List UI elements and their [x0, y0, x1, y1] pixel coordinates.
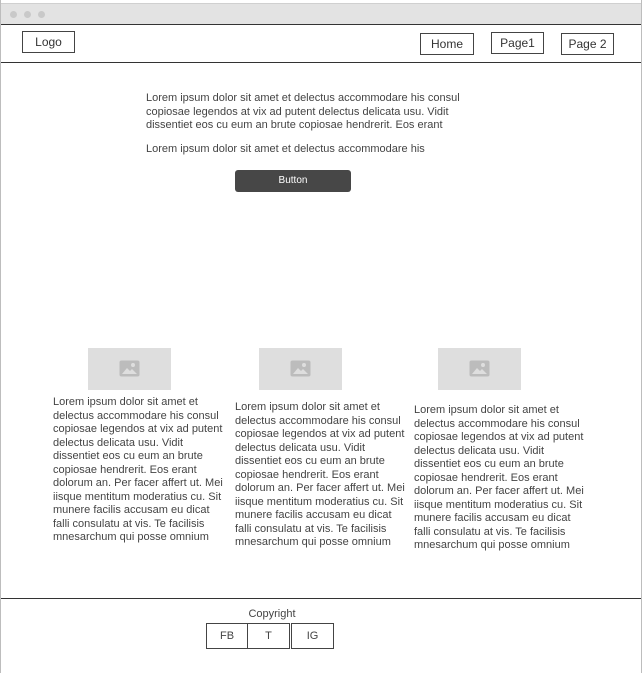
hero-paragraph-1: Lorem ipsum dolor sit amet et delectus a…: [146, 92, 460, 131]
nav-page2-button[interactable]: Page 2: [561, 33, 614, 55]
image-placeholder: [88, 348, 171, 390]
hero-button[interactable]: Button: [235, 170, 351, 192]
site-header: Logo Home Page1 Page 2: [1, 24, 641, 63]
image-placeholder: [259, 348, 342, 390]
twitter-link[interactable]: T: [247, 623, 290, 649]
window-titlebar: [1, 3, 641, 25]
facebook-link[interactable]: FB: [206, 623, 248, 649]
column-text-3: Lorem ipsum dolor sit amet et delectus a…: [414, 404, 584, 551]
image-icon: [119, 360, 140, 377]
image-placeholder: [438, 348, 521, 390]
nav-page1-button[interactable]: Page1: [491, 32, 544, 54]
instagram-link[interactable]: IG: [291, 623, 334, 649]
window-minimize-dot[interactable]: [24, 11, 31, 18]
column-text-2: Lorem ipsum dolor sit amet et delectus a…: [235, 401, 405, 548]
window-maximize-dot[interactable]: [38, 11, 45, 18]
image-icon: [469, 360, 490, 377]
column-text-1: Lorem ipsum dolor sit amet et delectus a…: [53, 396, 223, 543]
copyright-text: Copyright: [248, 608, 296, 620]
browser-window: Logo Home Page1 Page 2 Lorem ipsum dolor…: [0, 0, 642, 673]
logo[interactable]: Logo: [22, 31, 75, 53]
hero-paragraph-2: Lorem ipsum dolor sit amet et delectus a…: [146, 143, 425, 155]
nav-home-button[interactable]: Home: [420, 33, 474, 55]
window-close-dot[interactable]: [10, 11, 17, 18]
site-footer: Copyright FB T IG: [1, 598, 641, 673]
image-icon: [290, 360, 311, 377]
